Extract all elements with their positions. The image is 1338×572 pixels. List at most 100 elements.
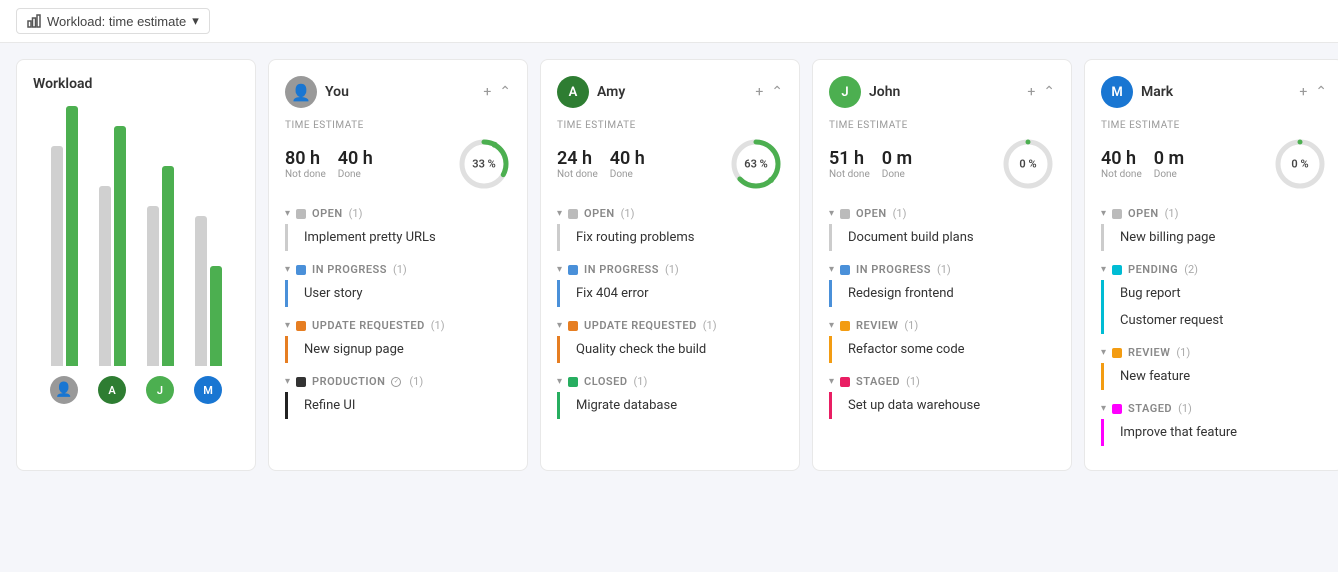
task-item[interactable]: Quality check the build xyxy=(557,336,783,363)
done-block: 0 mDone xyxy=(882,148,912,180)
time-estimate-section: TIME ESTIMATE51 hNot done0 mDone 0 % xyxy=(829,120,1055,191)
collapse-icon[interactable]: ⌃ xyxy=(771,84,783,100)
status-header[interactable]: ▾OPEN(1) xyxy=(829,203,1055,224)
person-header: AAmy+⌃ xyxy=(557,76,783,108)
person-info: MMark xyxy=(1101,76,1173,108)
done-value: 40 h xyxy=(610,148,645,169)
done-value: 0 m xyxy=(882,148,912,169)
status-group: ▾OPEN(1)Implement pretty URLs xyxy=(285,203,511,251)
status-dot xyxy=(568,377,578,387)
task-item[interactable]: New billing page xyxy=(1101,224,1327,251)
status-group: ▾OPEN(1)New billing page xyxy=(1101,203,1327,251)
task-item[interactable]: Refactor some code xyxy=(829,336,1055,363)
collapse-icon[interactable]: ⌃ xyxy=(1043,84,1055,100)
chevron-icon: ▾ xyxy=(1101,208,1106,219)
person-header-actions[interactable]: +⌃ xyxy=(1027,84,1055,100)
status-header[interactable]: ▾PRODUCTION✓(1) xyxy=(285,371,511,392)
chevron-icon: ▾ xyxy=(1101,264,1106,275)
add-icon[interactable]: + xyxy=(1299,84,1307,100)
time-estimate-label: TIME ESTIMATE xyxy=(557,120,783,131)
status-count: (1) xyxy=(937,263,951,276)
task-item[interactable]: User story xyxy=(285,280,511,307)
add-icon[interactable]: + xyxy=(483,84,491,100)
task-item[interactable]: Implement pretty URLs xyxy=(285,224,511,251)
not-done-label: Not done xyxy=(285,169,326,180)
collapse-icon[interactable]: ⌃ xyxy=(499,84,511,100)
status-header[interactable]: ▾STAGED(1) xyxy=(1101,398,1327,419)
workload-time-estimate-button[interactable]: Workload: time estimate ▾ xyxy=(16,8,210,34)
avatar-small: M xyxy=(194,376,222,404)
status-name: OPEN xyxy=(584,207,615,220)
chevron-icon: ▾ xyxy=(285,376,290,387)
status-header[interactable]: ▾UPDATE REQUESTED(1) xyxy=(557,315,783,336)
task-item[interactable]: Document build plans xyxy=(829,224,1055,251)
status-header[interactable]: ▾REVIEW(1) xyxy=(829,315,1055,336)
task-item[interactable]: Fix 404 error xyxy=(557,280,783,307)
not-done-label: Not done xyxy=(557,169,598,180)
status-dot xyxy=(296,321,306,331)
gray-bar xyxy=(51,146,63,366)
task-item[interactable]: Fix routing problems xyxy=(557,224,783,251)
chart-area: 👤AJM xyxy=(33,104,239,444)
time-row: 40 hNot done0 mDone 0 % xyxy=(1101,137,1327,191)
status-header[interactable]: ▾UPDATE REQUESTED(1) xyxy=(285,315,511,336)
task-item[interactable]: Improve that feature xyxy=(1101,419,1327,446)
status-name: OPEN xyxy=(1128,207,1159,220)
done-value: 0 m xyxy=(1154,148,1184,169)
task-item[interactable]: Set up data warehouse xyxy=(829,392,1055,419)
chevron-icon: ▾ xyxy=(1101,347,1106,358)
chevron-icon: ▾ xyxy=(1101,403,1106,414)
status-dot xyxy=(840,377,850,387)
task-item[interactable]: Customer request xyxy=(1101,307,1327,334)
workload-sidebar-title: Workload xyxy=(33,76,239,92)
top-bar: Workload: time estimate ▾ xyxy=(0,0,1338,43)
workload-sidebar: Workload 👤AJM xyxy=(16,59,256,471)
person-name: John xyxy=(869,84,900,100)
task-item[interactable]: Bug report xyxy=(1101,280,1327,307)
done-label: Done xyxy=(610,169,645,180)
status-header[interactable]: ▾CLOSED(1) xyxy=(557,371,783,392)
status-header[interactable]: ▾PENDING(2) xyxy=(1101,259,1327,280)
status-header[interactable]: ▾STAGED(1) xyxy=(829,371,1055,392)
status-header[interactable]: ▾OPEN(1) xyxy=(285,203,511,224)
person-header-actions[interactable]: +⌃ xyxy=(755,84,783,100)
status-group: ▾IN PROGRESS(1)Redesign frontend xyxy=(829,259,1055,307)
status-group: ▾IN PROGRESS(1)Fix 404 error xyxy=(557,259,783,307)
chevron-icon: ▾ xyxy=(829,208,834,219)
task-item[interactable]: New feature xyxy=(1101,363,1327,390)
person-header-actions[interactable]: +⌃ xyxy=(1299,84,1327,100)
done-value: 40 h xyxy=(338,148,373,169)
status-header[interactable]: ▾REVIEW(1) xyxy=(1101,342,1327,363)
status-header[interactable]: ▾OPEN(1) xyxy=(1101,203,1327,224)
task-item[interactable]: New signup page xyxy=(285,336,511,363)
donut-chart: 63 % xyxy=(729,137,783,191)
collapse-icon[interactable]: ⌃ xyxy=(1315,84,1327,100)
status-count: (1) xyxy=(349,207,363,220)
status-name: PRODUCTION xyxy=(312,375,385,388)
status-header[interactable]: ▾OPEN(1) xyxy=(557,203,783,224)
status-group: ▾STAGED(1)Improve that feature xyxy=(1101,398,1327,446)
status-group: ▾CLOSED(1)Migrate database xyxy=(557,371,783,419)
status-header[interactable]: ▾IN PROGRESS(1) xyxy=(557,259,783,280)
status-name: STAGED xyxy=(856,375,900,388)
task-item[interactable]: Redesign frontend xyxy=(829,280,1055,307)
add-icon[interactable]: + xyxy=(1027,84,1035,100)
person-column-amy: AAmy+⌃TIME ESTIMATE24 hNot done40 hDone … xyxy=(540,59,800,471)
donut-chart: 0 % xyxy=(1273,137,1327,191)
task-item[interactable]: Migrate database xyxy=(557,392,783,419)
time-estimate-label: TIME ESTIMATE xyxy=(285,120,511,131)
person-header-actions[interactable]: +⌃ xyxy=(483,84,511,100)
add-icon[interactable]: + xyxy=(755,84,763,100)
status-dot xyxy=(568,209,578,219)
dropdown-icon: ▾ xyxy=(192,13,199,29)
status-count: (1) xyxy=(665,263,679,276)
status-header[interactable]: ▾IN PROGRESS(1) xyxy=(829,259,1055,280)
not-done-label: Not done xyxy=(1101,169,1142,180)
status-group: ▾UPDATE REQUESTED(1)New signup page xyxy=(285,315,511,363)
person-header: MMark+⌃ xyxy=(1101,76,1327,108)
status-dot xyxy=(568,265,578,275)
task-item[interactable]: Refine UI xyxy=(285,392,511,419)
status-header[interactable]: ▾IN PROGRESS(1) xyxy=(285,259,511,280)
status-name: REVIEW xyxy=(1128,346,1170,359)
status-dot xyxy=(840,265,850,275)
